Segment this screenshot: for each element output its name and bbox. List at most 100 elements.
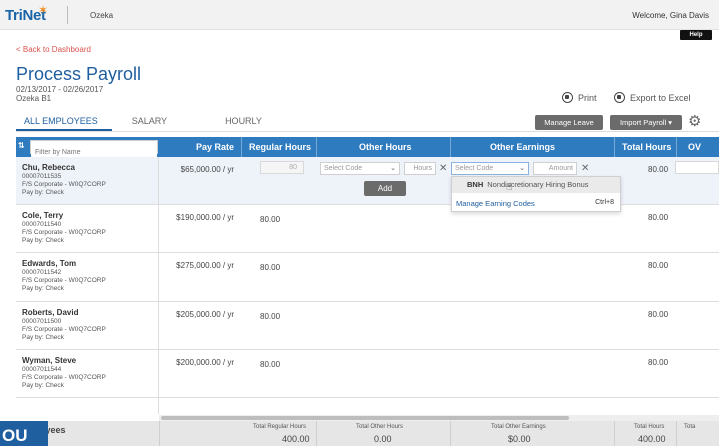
header-regular-hours[interactable]: Regular Hours — [249, 142, 311, 152]
total-hours-value: 80.00 — [648, 310, 669, 319]
pay-rate-value: $190,000.00 / yr — [176, 213, 234, 222]
employee-dept: F/S Corporate - W0Q7CORP — [22, 326, 106, 333]
earning-code-dropdown: BNH Nondiscretionary Hiring Bonus Manage … — [451, 176, 621, 212]
pay-rate-value: $275,000.00 / yr — [176, 261, 234, 270]
gear-icon[interactable]: ⚙ — [688, 114, 701, 129]
employee-cell[interactable]: Wyman, Steve 00007011544 F/S Corporate -… — [16, 350, 159, 397]
empty-row — [16, 398, 719, 414]
entity-name: Ozeka B1 — [16, 94, 52, 103]
header-ov[interactable]: OV — [688, 142, 701, 152]
help-button[interactable]: Help — [680, 30, 712, 40]
table-row[interactable]: Roberts, David 00007011500 F/S Corporate… — [16, 302, 719, 350]
employee-pay-by: Pay by: Check — [22, 237, 64, 244]
import-payroll-button[interactable]: Import Payroll ▾ — [610, 115, 682, 130]
import-payroll-label: Import Payroll — [619, 118, 667, 127]
total-other-earnings-label: Total Other Earnings — [491, 424, 546, 430]
pay-period-dates: 02/13/2017 - 02/26/2017 — [16, 85, 104, 94]
sort-icon[interactable]: ⇅ — [18, 141, 25, 150]
back-to-dashboard-link[interactable]: < Back to Dashboard — [16, 45, 91, 54]
column-separator — [241, 137, 242, 157]
total-other-hours-label: Total Other Hours — [356, 424, 404, 430]
chevron-down-icon: ⌄ — [519, 165, 525, 172]
regular-hours-value[interactable]: 80.00 — [260, 312, 280, 321]
close-icon[interactable]: ✕ — [439, 163, 447, 175]
print-button[interactable]: Print — [562, 92, 597, 103]
column-separator — [614, 137, 615, 157]
employee-cell[interactable]: Roberts, David 00007011500 F/S Corporate… — [16, 302, 159, 349]
grid-header: ⇅ Pay Rate Regular Hours Other Hours Oth… — [16, 137, 719, 159]
table-row[interactable]: Wyman, Steve 00007011544 F/S Corporate -… — [16, 350, 719, 398]
export-to-excel-button[interactable]: Export to Excel — [614, 92, 691, 103]
other-earnings-amount-input[interactable]: Amount — [533, 162, 577, 175]
header-pay-rate[interactable]: Pay Rate — [196, 142, 234, 152]
employee-pay-by: Pay by: Check — [22, 285, 64, 292]
filter-box — [30, 140, 158, 159]
select-code-text: Select Code — [324, 165, 363, 172]
corner-overlay-badge: OU — [0, 421, 48, 446]
tab-salary[interactable]: SALARY — [124, 112, 175, 132]
header-total-hours[interactable]: Total Hours — [622, 142, 671, 152]
employee-pay-by: Pay by: Check — [22, 382, 64, 389]
regular-hours-value[interactable]: 80.00 — [260, 263, 280, 272]
print-label: Print — [578, 92, 597, 103]
employee-name[interactable]: Wyman, Steve — [22, 356, 76, 365]
pay-rate-value: $65,000.00 / yr — [180, 165, 234, 174]
top-bar: TriNet ✶ Ozeka Welcome, Gina Davis — [0, 0, 719, 30]
employee-id: 00007011544 — [22, 366, 62, 373]
page-title: Process Payroll — [16, 64, 142, 84]
regular-hours-value[interactable]: 80.00 — [260, 360, 280, 369]
option-label: Nondiscretionary Hiring Bonus — [487, 180, 589, 189]
header-other-hours[interactable]: Other Hours — [359, 142, 412, 152]
header-other-earnings[interactable]: Other Earnings — [490, 142, 555, 152]
table-row[interactable]: Cole, Terry 00007011540 F/S Corporate - … — [16, 205, 719, 253]
option-code: BNH — [467, 180, 484, 189]
logo-spark-icon: ✶ — [38, 3, 49, 17]
earning-code-option-bnh[interactable]: BNH Nondiscretionary Hiring Bonus — [452, 177, 620, 193]
mouse-cursor-icon: ☝ — [506, 182, 513, 193]
footer-separator — [159, 421, 160, 446]
pay-rate-value: $200,000.00 / yr — [176, 358, 234, 367]
company-name: Ozeka — [90, 11, 114, 20]
export-icon — [614, 92, 625, 103]
employee-cell[interactable]: Chu, Rebecca 00007011535 F/S Corporate -… — [16, 157, 159, 204]
employee-name[interactable]: Chu, Rebecca — [22, 163, 75, 172]
footer-separator — [614, 421, 615, 446]
employee-cell[interactable]: Edwards, Tom 00007011542 F/S Corporate -… — [16, 253, 159, 301]
manage-leave-button[interactable]: Manage Leave — [535, 115, 603, 130]
table-row[interactable]: Edwards, Tom 00007011542 F/S Corporate -… — [16, 253, 719, 302]
close-icon[interactable]: ✕ — [581, 163, 589, 175]
regular-hours-input[interactable]: 80 — [260, 161, 304, 174]
tabs-divider — [16, 131, 719, 132]
footer-separator — [316, 421, 317, 446]
divider — [67, 6, 68, 24]
total-hours-value: 80.00 — [648, 261, 669, 270]
welcome-text[interactable]: Welcome, Gina Davis — [632, 11, 709, 20]
regular-hours-value[interactable]: 80.00 — [260, 215, 280, 224]
employee-cell-empty — [16, 398, 159, 414]
employee-id: 00007011540 — [22, 221, 62, 228]
select-code-text: Select Code — [455, 165, 494, 172]
column-separator — [316, 137, 317, 157]
employee-dept: F/S Corporate - W0Q7CORP — [22, 277, 106, 284]
export-label: Export to Excel — [630, 92, 691, 103]
add-other-hours-button[interactable]: Add — [364, 181, 406, 196]
employee-dept: F/S Corporate - W0Q7CORP — [22, 181, 106, 188]
ov-input[interactable] — [675, 161, 719, 174]
scrollbar-thumb[interactable] — [161, 416, 569, 420]
employee-id: 00007011500 — [22, 318, 62, 325]
total-hours-value: 400.00 — [638, 434, 666, 444]
other-hours-input[interactable]: Hours — [404, 162, 436, 175]
employee-name[interactable]: Cole, Terry — [22, 211, 63, 220]
total-regular-hours-label: Total Regular Hours — [253, 424, 307, 430]
total-hours-value: 80.00 — [648, 213, 669, 222]
employee-cell[interactable]: Cole, Terry 00007011540 F/S Corporate - … — [16, 205, 159, 252]
employee-name[interactable]: Roberts, David — [22, 308, 78, 317]
other-hours-code-select[interactable]: Select Code ⌄ — [320, 162, 400, 175]
other-earnings-code-select[interactable]: Select Code ⌄ — [451, 162, 529, 175]
total-hours-value: 80.00 — [648, 165, 669, 174]
manage-earning-codes-link[interactable]: Manage Earning Codes — [456, 199, 535, 208]
tab-hourly[interactable]: HOURLY — [217, 112, 270, 132]
employee-name[interactable]: Edwards, Tom — [22, 259, 76, 268]
total-other-hours-value: 0.00 — [374, 434, 392, 444]
employee-pay-by: Pay by: Check — [22, 334, 64, 341]
